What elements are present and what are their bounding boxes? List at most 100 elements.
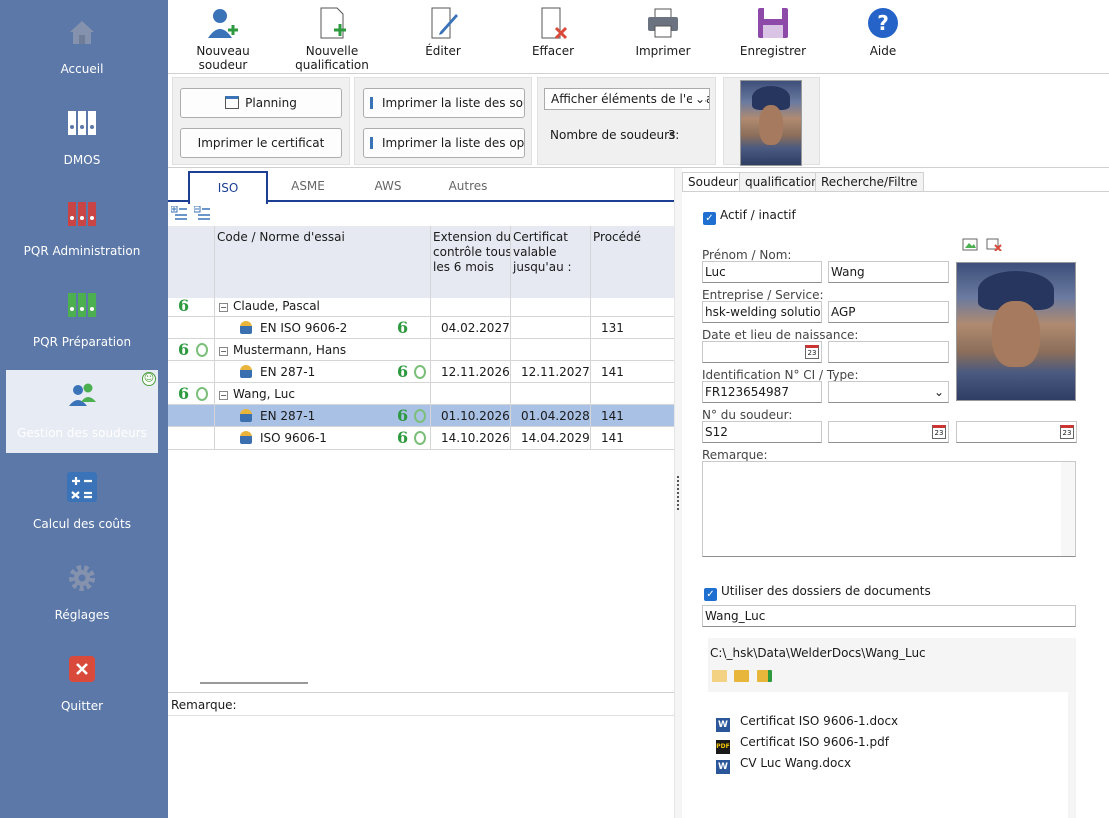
welder-group-wang[interactable]: − Wang, Luc [219, 387, 295, 401]
print-button[interactable]: Imprimer [628, 6, 698, 72]
table-row[interactable]: EN ISO 9606-2 [240, 321, 347, 335]
sidebar-item-label: Quitter [60, 699, 104, 713]
tab-welder[interactable]: Soudeur [682, 172, 745, 192]
edit-icon [431, 7, 458, 39]
collapse-icon[interactable]: − [219, 347, 228, 356]
tab-asme[interactable]: ASME [268, 171, 348, 202]
planning-button[interactable]: Planning [180, 88, 342, 118]
tab-search-filter[interactable]: Recherche/Filtre [815, 172, 924, 192]
remark-textarea[interactable] [702, 461, 1076, 557]
certificate-medal-icon [414, 409, 426, 423]
tab-qualification[interactable]: qualification [739, 172, 825, 192]
welder-count-label: Nombre de soudeurs: [550, 128, 680, 142]
welder-count-value: 3 [668, 128, 676, 142]
list-item[interactable]: PDF Certificat ISO 9606-1.pdf [716, 735, 889, 754]
print-certificate-button[interactable]: Imprimer le certificat [180, 128, 342, 158]
column-header-code[interactable]: Code / Norme d'essai [217, 230, 345, 244]
collapse-icon[interactable]: − [219, 303, 228, 312]
table-row[interactable]: EN 287-1 [240, 365, 315, 379]
print-group: Planning Imprimer le certificat [172, 77, 350, 165]
first-name-field[interactable]: Luc [702, 261, 822, 283]
welder-group-claude[interactable]: − Claude, Pascal [219, 299, 320, 313]
print-operator-list-button[interactable]: Imprimer la liste des opérateurs [363, 128, 525, 158]
calendar-icon[interactable]: 23 [1060, 425, 1074, 439]
delete-icon [541, 7, 568, 40]
welder-group-mustermann[interactable]: − Mustermann, Hans [219, 343, 346, 357]
sidebar-item-pqr-preparation[interactable]: PQR Préparation [6, 279, 158, 362]
horizontal-scrollbar[interactable] [200, 682, 308, 684]
sub-toolbar: Planning Imprimer le certificat Imprimer… [168, 74, 1109, 168]
list-item[interactable]: W Certificat ISO 9606-1.docx [716, 714, 898, 732]
calendar-icon [225, 96, 240, 109]
sidebar-item-settings[interactable]: Réglages [6, 552, 158, 635]
last-name-field[interactable]: Wang [828, 261, 949, 283]
column-header-certificate[interactable]: Certificat valable jusqu'au : [513, 230, 572, 274]
word-file-icon: W [716, 718, 730, 732]
floppy-disk-icon [758, 8, 788, 38]
six-month-indicator: 6 [397, 362, 409, 381]
sidebar-item-dmos[interactable]: DMOS [6, 97, 158, 180]
welder-number-field[interactable]: S12 [702, 421, 822, 443]
new-qualification-button[interactable]: Nouvelle qualification [292, 6, 372, 72]
birth-date-field[interactable]: 23 [702, 341, 822, 363]
birth-label: Date et lieu de naissance: [702, 328, 859, 342]
help-button[interactable]: ? Aide [848, 6, 918, 72]
birth-place-field[interactable] [828, 341, 949, 363]
welder-date-1-field[interactable]: 23 [828, 421, 949, 443]
show-elements-dropdown[interactable]: Afficher éléments de l'essai ⌄ [544, 88, 710, 110]
active-checkbox[interactable]: ✓ Actif / inactif [703, 208, 796, 225]
print-lists-group: Imprimer la liste des soudeurs Imprimer … [354, 77, 532, 165]
vertical-scrollbar[interactable] [1061, 462, 1075, 556]
collapse-all-icon[interactable] [194, 206, 210, 220]
table-row-selected[interactable]: EN 287-1 [240, 409, 315, 423]
six-month-indicator: 6 [178, 296, 190, 315]
folder-refresh-icon[interactable] [757, 670, 772, 682]
welder-form: ✓ Actif / inactif Prénom / Nom: Luc Wang … [690, 192, 1102, 612]
standard-tabs: ISO ASME AWS Autres [168, 168, 674, 204]
column-header-process[interactable]: Procédé [593, 230, 641, 244]
welder-detail-panel: Soudeur qualification Recherche/Filtre ✓… [682, 168, 1109, 818]
sidebar-item-cost-calculation[interactable]: Calcul des coûts [6, 461, 158, 544]
expand-all-icon[interactable] [171, 206, 187, 220]
six-month-indicator: 6 [397, 406, 409, 425]
calendar-icon[interactable]: 23 [932, 425, 946, 439]
company-field[interactable]: hsk-welding solutions [702, 301, 822, 323]
tab-aws[interactable]: AWS [348, 171, 428, 202]
sidebar-item-pqr-administration[interactable]: PQR Administration [6, 188, 158, 271]
edit-button[interactable]: Éditer [408, 6, 478, 72]
tab-iso[interactable]: ISO [188, 171, 268, 204]
print-welder-list-button[interactable]: Imprimer la liste des soudeurs [363, 88, 525, 118]
delete-button[interactable]: Effacer [518, 6, 588, 72]
display-group: Afficher éléments de l'essai ⌄ Nombre de… [537, 77, 716, 165]
import-photo-icon[interactable] [962, 237, 978, 251]
save-button[interactable]: Enregistrer [738, 6, 808, 72]
document-folder-field[interactable]: Wang_Luc [702, 605, 1076, 627]
panel-splitter[interactable] [674, 168, 682, 818]
calendar-icon[interactable]: 23 [805, 345, 819, 359]
collapse-icon[interactable]: − [219, 391, 228, 400]
six-month-indicator: 6 [397, 318, 409, 337]
documents-path: C:\_hsk\Data\WelderDocs\Wang_Luc [710, 646, 926, 660]
list-icon [370, 137, 380, 149]
binders-red-icon [68, 202, 96, 226]
remove-photo-icon[interactable] [986, 237, 1002, 251]
list-item[interactable]: W CV Luc Wang.docx [716, 756, 851, 774]
id-type-dropdown[interactable]: ⌄ [828, 381, 949, 403]
table-header: Code / Norme d'essai Extension du contrô… [168, 226, 674, 298]
service-field[interactable]: AGP [828, 301, 949, 323]
left-remark-label: Remarque: [171, 698, 237, 712]
new-welder-button[interactable]: Nouveau soudeur [174, 6, 272, 72]
sidebar-item-welder-management[interactable]: ☺ Gestion des soudeurs [6, 370, 158, 453]
tab-other[interactable]: Autres [428, 171, 508, 202]
sidebar-item-quit[interactable]: Quitter [6, 643, 158, 726]
left-remark-panel: Remarque: [168, 692, 674, 818]
remark-label: Remarque: [702, 448, 768, 462]
welder-date-2-field[interactable]: 23 [956, 421, 1077, 443]
sidebar-item-home[interactable]: Accueil [6, 6, 158, 89]
folder-icon[interactable] [712, 670, 727, 682]
id-number-field[interactable]: FR123654987 [702, 381, 822, 403]
use-documents-checkbox[interactable]: ✓ Utiliser des dossiers de documents [704, 584, 931, 601]
table-row[interactable]: ISO 9606-1 [240, 431, 327, 445]
folder-open-icon[interactable] [734, 670, 749, 682]
column-header-extension[interactable]: Extension du contrôle tous les 6 mois [433, 230, 512, 274]
